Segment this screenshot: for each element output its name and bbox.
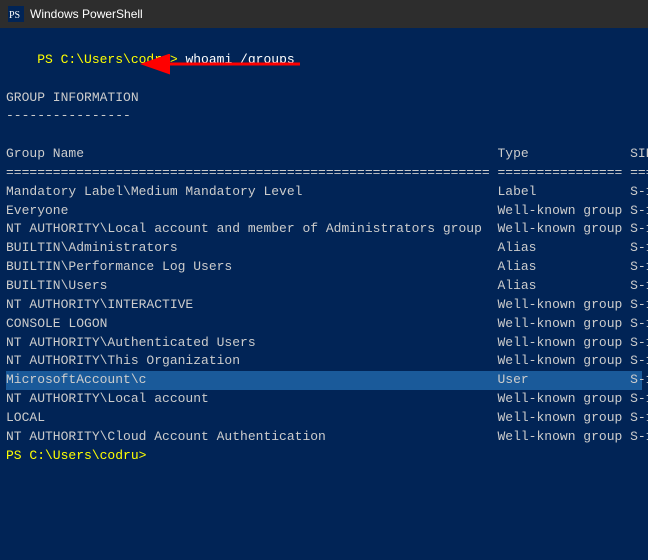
terminal: PS C:\Users\codru> whoami /groups GROUP …: [0, 28, 648, 560]
prompt-text: PS C:\Users\codru>: [37, 52, 185, 67]
blank-line-1: [6, 126, 642, 145]
row-local-account: NT AUTHORITY\Local account Well-known gr…: [6, 390, 642, 409]
row-console-logon: CONSOLE LOGON Well-known group S-1-2-1: [6, 315, 642, 334]
title-bar-text: Windows PowerShell: [30, 7, 143, 21]
row-builtin-users: BUILTIN\Users Alias S-1-5-32-545: [6, 277, 642, 296]
final-prompt: PS C:\Users\codru>: [6, 447, 642, 466]
column-separator: ========================================…: [6, 164, 642, 183]
powershell-icon: PS: [8, 6, 24, 22]
row-ms-account: MicrosoftAccount\c User S-1-11-96-362345…: [6, 371, 642, 390]
svg-text:PS: PS: [9, 10, 20, 21]
row-local: LOCAL Well-known group S-1-2-0: [6, 409, 642, 428]
row-this-org: NT AUTHORITY\This Organization Well-know…: [6, 352, 642, 371]
command-text: whoami /groups: [185, 52, 294, 67]
row-mandatory: Mandatory Label\Medium Mandatory Level L…: [6, 183, 642, 202]
terminal-prompt-line: PS C:\Users\codru> whoami /groups: [6, 32, 642, 89]
row-perf-log: BUILTIN\Performance Log Users Alias S-1-…: [6, 258, 642, 277]
separator-line: ----------------: [6, 107, 642, 126]
row-nt-local-admin: NT AUTHORITY\Local account and member of…: [6, 220, 642, 239]
group-info-header: GROUP INFORMATION: [6, 89, 642, 108]
title-bar: PS Windows PowerShell: [0, 0, 648, 28]
column-headers: Group Name Type SID: [6, 145, 642, 164]
row-interactive: NT AUTHORITY\INTERACTIVE Well-known grou…: [6, 296, 642, 315]
row-everyone: Everyone Well-known group S-1-1-0: [6, 202, 642, 221]
row-builtin-admins: BUILTIN\Administrators Alias S-1-5-32-54…: [6, 239, 642, 258]
row-cloud-auth: NT AUTHORITY\Cloud Account Authenticatio…: [6, 428, 642, 447]
row-auth-users: NT AUTHORITY\Authenticated Users Well-kn…: [6, 334, 642, 353]
